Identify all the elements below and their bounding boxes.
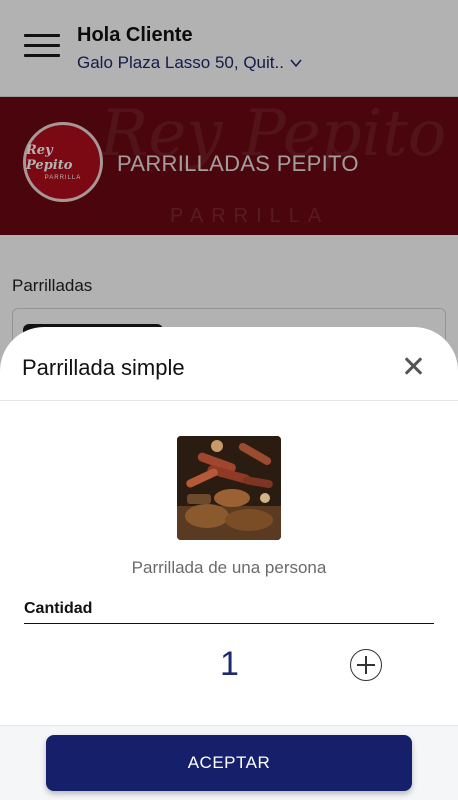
close-icon[interactable] [401,354,425,378]
modal-divider [0,400,458,401]
modal-footer: ACEPTAR [0,725,458,800]
accept-button[interactable]: ACEPTAR [46,735,412,791]
modal-title: Parrillada simple [22,355,185,380]
plus-circle-icon[interactable] [350,649,382,681]
quantity-value: 1 [220,645,239,683]
product-description: Parrillada de una persona [131,558,327,577]
product-image [177,436,281,540]
quantity-label: Cantidad [24,600,93,617]
product-modal: Parrillada simple Parrillada de una pers… [0,327,458,800]
quantity-underline [24,623,434,624]
